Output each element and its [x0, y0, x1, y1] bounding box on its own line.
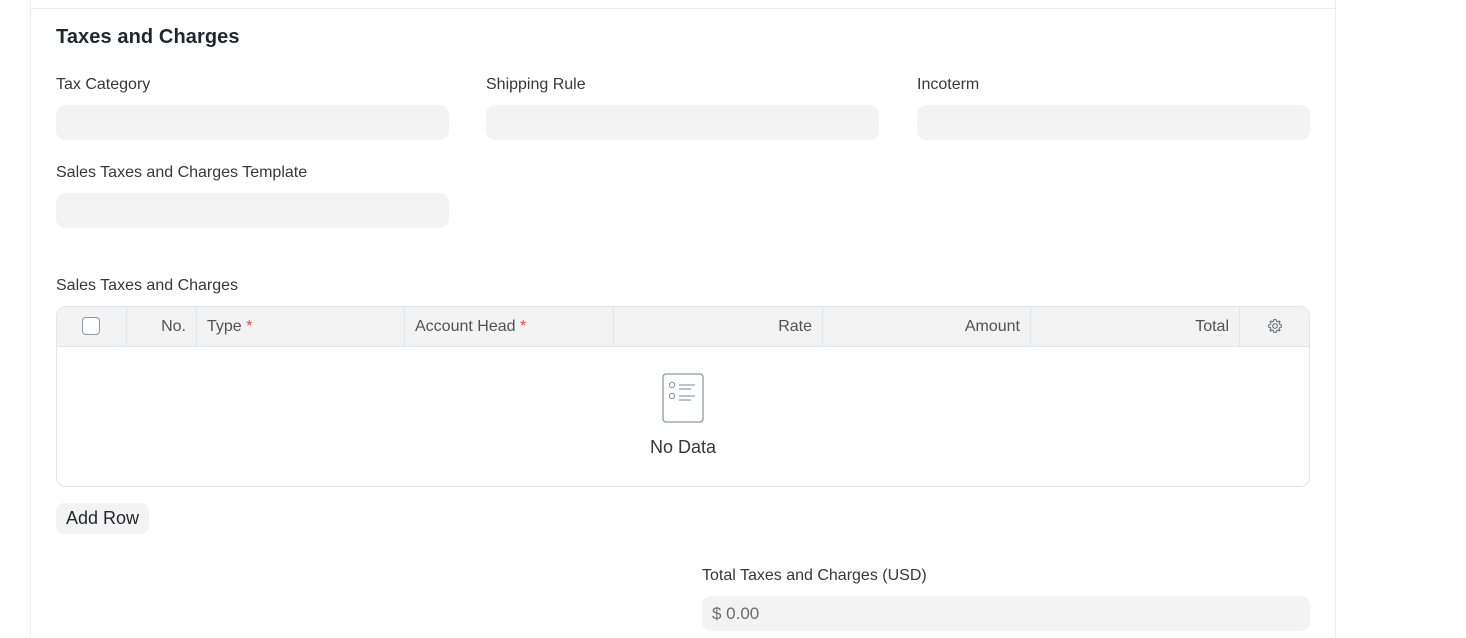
- column-header-no: No.: [127, 307, 197, 347]
- select-all-checkbox[interactable]: [82, 317, 100, 335]
- column-header-rate: Rate: [614, 307, 823, 347]
- column-header-type-label: Type: [207, 318, 242, 335]
- tax-category-label: Tax Category: [56, 76, 151, 93]
- taxes-template-label: Sales Taxes and Charges Template: [56, 164, 308, 181]
- column-header-amount: Amount: [823, 307, 1031, 347]
- column-header-amount-label: Amount: [964, 318, 1020, 335]
- column-header-account-head-label: Account Head: [415, 318, 516, 335]
- table-header-row: No. Type * Account Head * Rate Amount To…: [57, 307, 1309, 347]
- select-all-cell: [57, 307, 127, 347]
- shipping-rule-input[interactable]: [486, 105, 879, 140]
- column-header-total-label: Total: [1195, 318, 1229, 335]
- empty-state-text: No Data: [649, 437, 717, 457]
- incoterm-label: Incoterm: [917, 76, 980, 93]
- total-taxes-input[interactable]: $ 0.00: [702, 596, 1310, 631]
- required-indicator: *: [519, 318, 527, 335]
- gear-icon[interactable]: [1267, 318, 1283, 334]
- column-header-type: Type *: [197, 307, 405, 347]
- total-taxes-label: Total Taxes and Charges (USD): [702, 567, 927, 584]
- column-header-account-head: Account Head *: [405, 307, 614, 347]
- tax-category-input[interactable]: [56, 105, 449, 140]
- section-title: Taxes and Charges: [56, 26, 240, 48]
- taxes-table-label: Sales Taxes and Charges: [56, 277, 239, 294]
- taxes-table: No. Type * Account Head * Rate Amount To…: [56, 306, 1310, 487]
- column-header-total: Total: [1031, 307, 1240, 347]
- add-row-button[interactable]: Add Row: [56, 503, 150, 534]
- column-header-rate-label: Rate: [778, 318, 812, 335]
- section-divider: [31, 8, 1335, 9]
- column-settings-cell: [1240, 307, 1309, 347]
- column-header-no-label: No.: [161, 318, 186, 335]
- taxes-template-input[interactable]: [56, 193, 449, 228]
- shipping-rule-label: Shipping Rule: [486, 76, 586, 93]
- list-document-icon: [662, 373, 704, 423]
- incoterm-input[interactable]: [917, 105, 1310, 140]
- required-indicator: *: [246, 318, 253, 335]
